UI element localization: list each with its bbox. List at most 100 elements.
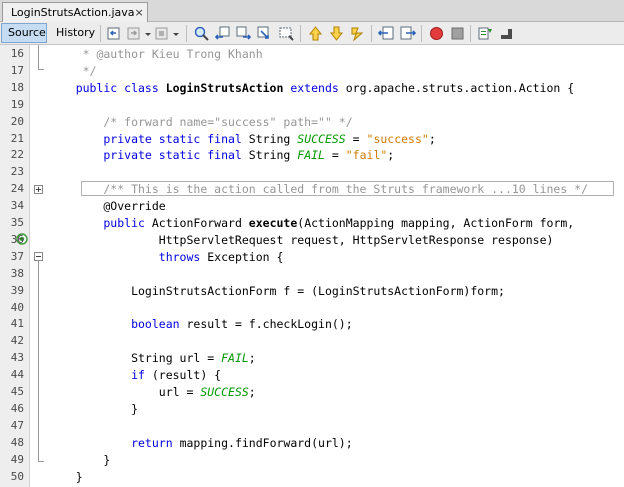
last-edit-icon[interactable] xyxy=(154,25,171,42)
line-number: 44 xyxy=(10,368,24,382)
code-token: execute xyxy=(248,216,298,230)
fold-line xyxy=(38,45,39,69)
close-tab-icon[interactable]: × xyxy=(135,7,144,18)
uncomment-icon[interactable] xyxy=(498,25,515,42)
line-number: 17 xyxy=(10,63,24,77)
find-next-icon[interactable] xyxy=(235,25,252,42)
line-number: 36 xyxy=(10,232,24,246)
code-token: * @author Kieu Trong Khanh xyxy=(48,47,263,61)
line-number: 20 xyxy=(10,114,24,128)
line-number: 47 xyxy=(10,418,24,432)
line-number: 18 xyxy=(10,80,24,94)
code-line: @Override xyxy=(48,199,165,213)
code-token: FAIL xyxy=(297,148,325,163)
find-previous-icon[interactable] xyxy=(214,25,231,42)
code-token: SUCCESS xyxy=(297,131,346,146)
code-line: * @author Kieu Trong Khanh xyxy=(48,47,263,61)
code-token: } xyxy=(48,469,83,484)
code-token: } xyxy=(48,452,111,467)
code-token: "fail" xyxy=(345,148,388,163)
line-number: 16 xyxy=(10,47,24,60)
file-tab[interactable]: LoginStrutsAction.java × xyxy=(2,2,148,22)
code-token: ; xyxy=(387,148,395,163)
toolbar-separator xyxy=(421,25,422,42)
code-line: return mapping.findForward(url); xyxy=(48,436,353,450)
line-number: 35 xyxy=(10,216,24,229)
code-line: LoginStrutsActionForm f = (LoginStrutsAc… xyxy=(48,284,505,298)
code-line: /** This is the action called from the S… xyxy=(48,182,588,196)
previous-bookmark-icon[interactable] xyxy=(307,25,324,42)
toggle-bookmark-icon[interactable] xyxy=(349,25,366,42)
code-line: } xyxy=(48,402,138,416)
line-number: 43 xyxy=(10,351,24,365)
file-tab-label: LoginStrutsAction.java xyxy=(11,6,135,19)
fold-margin xyxy=(30,45,48,487)
toolbar-separator xyxy=(300,25,301,42)
line-number: 41 xyxy=(10,317,24,331)
shift-right-icon[interactable] xyxy=(399,25,416,42)
code-token: LoginStrutsAction xyxy=(165,80,284,95)
code-line: url = SUCCESS; xyxy=(48,385,256,399)
code-token: private static final xyxy=(48,131,249,146)
stop-macro-icon[interactable] xyxy=(449,25,466,42)
collapse-fold-icon[interactable] xyxy=(34,252,43,261)
code-token: */ xyxy=(48,63,97,78)
fold-line xyxy=(38,261,39,461)
code-line: private static final String SUCCESS = "s… xyxy=(48,131,435,146)
find-selection-icon[interactable] xyxy=(256,25,273,42)
line-number: 42 xyxy=(10,334,24,348)
code-line: */ xyxy=(48,63,97,78)
comment-icon[interactable] xyxy=(477,25,494,42)
code-token: private static final xyxy=(48,148,249,163)
code-token: "success" xyxy=(366,131,429,146)
source-button[interactable]: Source xyxy=(1,23,47,43)
code-line: /* forward name="success" path="" */ xyxy=(48,115,352,129)
editor-toolbar: Source History xyxy=(0,22,624,45)
code-line: public class LoginStrutsAction extends o… xyxy=(48,80,575,95)
start-macro-icon[interactable] xyxy=(428,25,445,42)
code-token: public class xyxy=(48,80,166,95)
next-bookmark-icon[interactable] xyxy=(328,25,345,42)
toggle-highlight-icon[interactable] xyxy=(278,25,295,42)
code-token: mapping.findForward(url); xyxy=(179,435,353,450)
code-token: Exception { xyxy=(207,249,284,264)
line-number: 38 xyxy=(10,266,24,280)
code-token: org.apache.struts.action.Action { xyxy=(345,80,575,95)
code-token: public xyxy=(48,216,152,230)
code-token: FAIL xyxy=(221,351,249,366)
fold-end xyxy=(38,461,44,462)
chevron-down-icon[interactable] xyxy=(144,25,152,42)
line-number: 21 xyxy=(10,131,24,145)
line-number: 40 xyxy=(10,300,24,314)
back-icon[interactable] xyxy=(106,25,123,42)
fold-end xyxy=(38,69,44,70)
history-button[interactable]: History xyxy=(50,23,95,43)
code-editor[interactable]: * @author Kieu Trong Khanh */ public cla… xyxy=(48,45,624,487)
line-number: 34 xyxy=(10,199,24,213)
editor-tab-strip: LoginStrutsAction.java × xyxy=(0,0,624,22)
code-token: (ActionMapping mapping, ActionForm form, xyxy=(297,216,575,230)
forward-icon[interactable] xyxy=(126,25,143,42)
code-token: ; xyxy=(248,385,256,399)
code-token: result = f.checkLogin(); xyxy=(186,317,353,332)
code-token: HttpServletRequest request, HttpServletR… xyxy=(48,232,554,247)
toolbar-separator xyxy=(186,25,187,42)
code-token: SUCCESS xyxy=(200,385,249,399)
find-icon[interactable] xyxy=(193,25,210,42)
code-token: (result) { xyxy=(151,368,222,383)
expand-fold-icon[interactable] xyxy=(34,185,43,194)
code-token: } xyxy=(48,401,139,416)
code-line: String url = FAIL; xyxy=(48,351,256,365)
code-line: } xyxy=(48,470,83,484)
chevron-down-icon[interactable] xyxy=(172,25,180,42)
shift-left-icon[interactable] xyxy=(378,25,395,42)
line-number: 22 xyxy=(10,148,24,162)
code-token: = xyxy=(345,131,367,146)
code-token: extends xyxy=(283,80,346,95)
code-line: throws Exception { xyxy=(48,249,284,264)
code-line: HttpServletRequest request, HttpServletR… xyxy=(48,232,554,247)
line-number: 48 xyxy=(10,435,24,449)
code-token: = xyxy=(324,148,346,163)
code-token: return xyxy=(48,435,180,450)
code-token: ; xyxy=(248,351,256,366)
